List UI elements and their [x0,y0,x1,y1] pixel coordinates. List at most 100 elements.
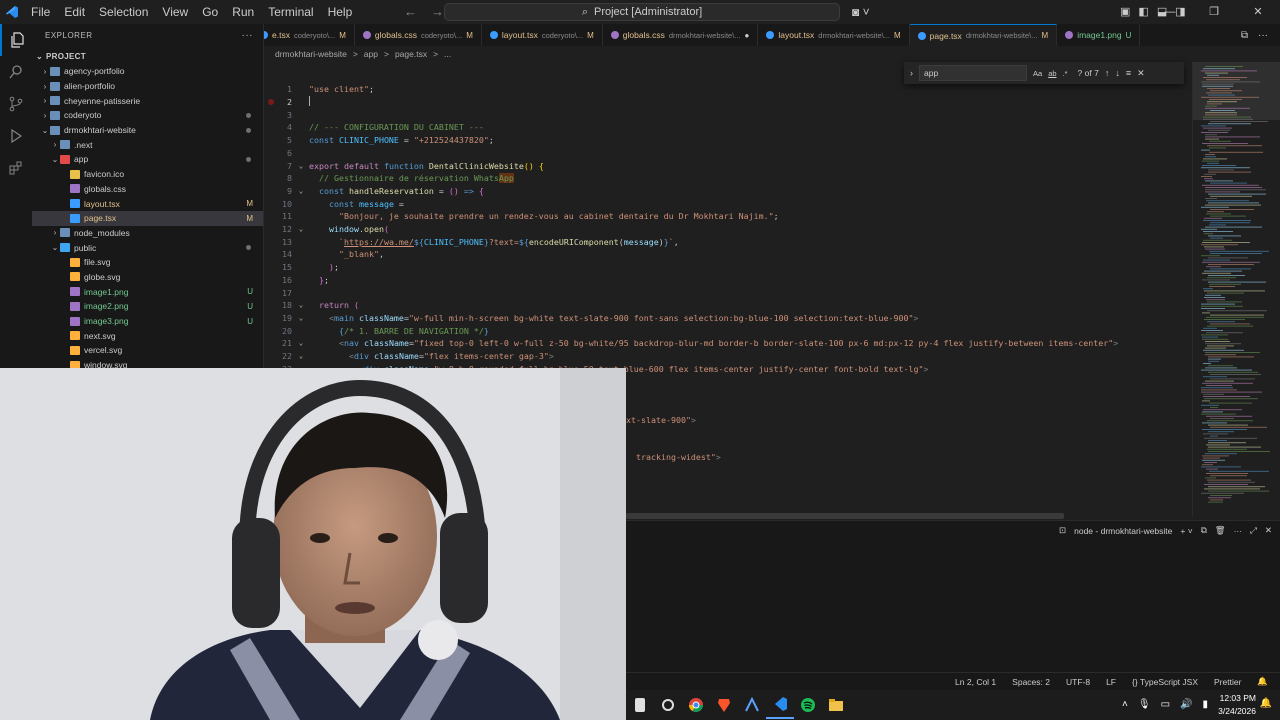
folder--next[interactable]: › .next [32,137,263,152]
code-line[interactable]: 14 "_blank", [264,248,1192,261]
menu-item-view[interactable]: View [155,0,195,24]
breadcrumb-item[interactable]: page.tsx [395,49,427,59]
code-line[interactable]: 8 // Gestionnaire de réservation WhatsAp… [264,172,1192,185]
microphone-icon[interactable]: 🎙 [1138,690,1151,720]
tab-status-badge[interactable]: M [339,31,346,40]
tray-chevron-icon[interactable]: ˄ [1122,690,1128,720]
status-item[interactable]: LF [1106,677,1116,687]
file-favicon-ico[interactable]: favicon.ico [32,167,263,182]
next-match-icon[interactable]: ↓ [1115,68,1120,78]
file-explorer-icon[interactable] [822,691,850,719]
file-next-svg[interactable]: next.svg [32,328,263,343]
code-line[interactable]: 13 `https://wa.me/${CLINIC_PHONE}?text=$… [264,235,1192,248]
vscode-taskbar-icon[interactable] [766,691,794,719]
code-line[interactable]: 7 ⌄ export default function DentalClinicWe… [264,159,1192,172]
code-line[interactable]: 2 [264,96,1192,109]
previous-match-icon[interactable]: ↑ [1105,68,1110,78]
terminal-label[interactable]: node - drmokhtari-website [1074,526,1172,536]
status-item[interactable]: Spaces: 2 [1012,677,1050,687]
breadcrumb-item[interactable]: ... [444,49,451,59]
spotify-icon[interactable] [794,691,822,719]
menu-item-run[interactable]: Run [225,0,261,24]
editor-tab[interactable]: globals.css coderyoto\... M [355,24,482,46]
arc-icon[interactable] [738,691,766,719]
breadcrumb-item[interactable]: drmokhtari-website [275,49,347,59]
editor-tab[interactable]: image1.png U [1057,24,1141,46]
status-item[interactable]: {} TypeScript JSX [1132,677,1198,687]
code-line[interactable]: 9 ⌄ const handleReservation = () => { [264,185,1192,198]
fold-chevron-icon[interactable]: ⌄ [296,301,306,309]
editor-tab[interactable]: e.tsx coderyoto\... M [264,24,355,46]
menu-item-terminal[interactable]: Terminal [261,0,320,24]
restore-icon[interactable]: ❐ [1192,0,1236,24]
split-terminal-icon[interactable]: ⧉ [1201,525,1207,536]
status-item[interactable]: Prettier [1214,677,1241,687]
code-line[interactable]: 1 "use client"; [264,83,1192,96]
code-line[interactable]: xt-slate-900"> [626,414,1126,427]
back-arrow-icon[interactable]: ← [404,0,417,24]
find-input[interactable]: app [919,65,1027,81]
toggle-replace-icon[interactable]: › [910,68,913,78]
file-vercel-svg[interactable]: vercel.svg [32,343,263,358]
tab-status-badge[interactable]: M [466,31,473,40]
code-line[interactable]: 11 "Bonjour, je souhaite prendre un rend… [264,210,1192,223]
maximize-panel-icon[interactable]: ⤢ [1250,525,1257,536]
menu-item-help[interactable]: Help [321,0,360,24]
file-file-svg[interactable]: file.svg [32,255,263,270]
tab-status-badge[interactable]: M [894,31,901,40]
forward-arrow-icon[interactable]: → [431,0,444,24]
code-line[interactable]: 17 [264,286,1192,299]
command-center-search[interactable]: ⌕ Project [Administrator] [444,3,840,21]
file-image3-png[interactable]: image3.png U [32,314,263,329]
match-word-icon[interactable]: ab [1048,69,1056,78]
run-debug-icon[interactable] [0,120,32,152]
code-line[interactable]: 18 ⌄ return ( [264,299,1192,312]
menu-item-edit[interactable]: Edit [57,0,92,24]
source-control-icon[interactable] [0,88,32,120]
minimize-icon[interactable]: — [1148,0,1192,24]
editor-tab[interactable]: layout.tsx coderyoto\... M [482,24,603,46]
close-panel-icon[interactable]: ✕ [1265,525,1272,536]
folder-coderyoto[interactable]: › coderyoto [32,108,263,123]
fold-chevron-icon[interactable]: ⌄ [296,339,306,347]
code-line[interactable]: 21 ⌄ <nav className="fixed top-0 left-0 w… [264,337,1192,350]
tab-status-badge[interactable]: M [587,31,594,40]
horizontal-scrollbar[interactable] [626,513,1064,519]
chrome-icon[interactable] [682,691,710,719]
code-line[interactable]: 12 ⌄ window.open( [264,223,1192,236]
code-line[interactable]: 22 ⌄ <div className="flex items-center ga… [264,350,1192,363]
folder-cheyenne-patisserie[interactable]: › cheyenne-patisserie [32,93,263,108]
code-line[interactable]: 5 const CLINIC_PHONE = "+212524437820"; [264,134,1192,147]
code-line[interactable]: 10 const message = [264,197,1192,210]
explorer-icon[interactable] [0,24,32,56]
copilot-icon[interactable]: ◙ ˅ [852,0,870,24]
widgets-icon[interactable] [626,691,654,719]
layout-customize-icon[interactable]: ▣ [1120,0,1130,24]
kill-terminal-icon[interactable]: 🗑 [1215,525,1226,536]
taskbar-clock[interactable]: 12:03 PM 3/24/2026 [1218,692,1256,718]
folder-alien-portfolio[interactable]: › alien-portfolio [32,79,263,94]
editor-tab[interactable]: globals.css drmokhtari-website\... ● [603,24,759,46]
status-item[interactable]: Ln 2, Col 1 [955,677,996,687]
folder-agency-portfolio[interactable]: › agency-portfolio [32,64,263,79]
display-icon[interactable]: ▭ [1161,690,1170,720]
folder-node-modules[interactable]: › node_modules [32,226,263,241]
fold-chevron-icon[interactable]: ⌄ [296,352,306,360]
extensions-icon[interactable] [0,152,32,184]
menu-item-go[interactable]: Go [195,0,225,24]
folder-app[interactable]: ⌄ app [32,152,263,167]
tab-status-badge[interactable]: U [1126,31,1132,40]
code-line[interactable]: 15 ); [264,261,1192,274]
editor-tab[interactable]: page.tsx drmokhtari-website\... M [909,24,1058,46]
code-line[interactable]: 6 [264,147,1192,160]
new-terminal-icon[interactable]: + ˅ [1180,526,1192,536]
notification-bell-icon[interactable]: 🔔 [1260,698,1272,709]
file-page-tsx[interactable]: page.tsx M [32,210,263,226]
match-case-icon[interactable]: Aa [1033,69,1042,78]
breadcrumb-item[interactable]: app [364,49,378,59]
folder-drmokhtari-website[interactable]: ⌄ drmokhtari-website [32,123,263,138]
fold-chevron-icon[interactable]: ⌄ [296,225,306,233]
menu-item-file[interactable]: File [24,0,57,24]
search-view-icon[interactable] [0,56,32,88]
fold-chevron-icon[interactable]: ⌄ [296,162,306,170]
